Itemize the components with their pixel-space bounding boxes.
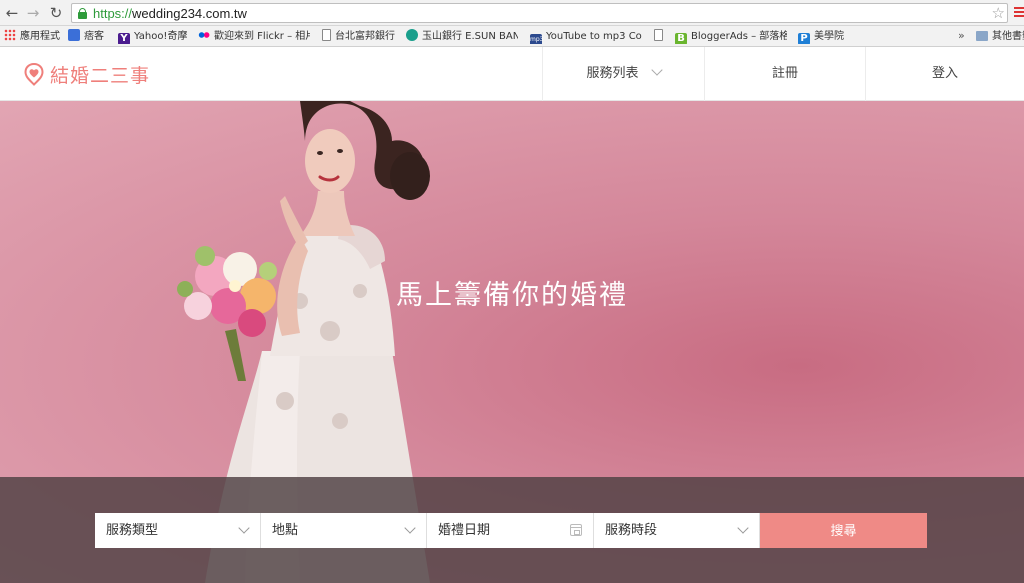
service-time-label: 服務時段	[605, 523, 658, 538]
calendar-icon	[570, 524, 582, 536]
chevron-down-icon	[404, 522, 416, 534]
bookmark-bloggerads[interactable]: B BloggerAds – 部落格	[675, 29, 787, 44]
flickr-icon	[198, 29, 210, 41]
esun-icon	[406, 29, 418, 41]
bookmark-apps[interactable]: 應用程式	[4, 29, 60, 44]
logo-text: 結婚二三事	[50, 64, 151, 87]
service-time-select[interactable]: 服務時段	[594, 513, 760, 548]
hero-section: 馬上籌備你的婚禮 服務類型 地點 婚禮日期 服務時段 搜尋	[0, 101, 1024, 583]
nav-register-link[interactable]: 註冊	[704, 47, 865, 101]
bookmark-page[interactable]	[654, 29, 667, 44]
bookmark-youtube-mp3[interactable]: mp3 YouTube to mp3 Con	[530, 29, 642, 44]
bookmark-yahoo[interactable]: Y Yahoo!奇摩	[118, 29, 187, 44]
bookmark-fubon[interactable]: 台北富邦銀行	[322, 29, 395, 44]
blogger-icon	[68, 29, 80, 41]
page-icon	[322, 29, 331, 41]
bloggerads-icon: B	[675, 33, 687, 44]
other-bookmarks[interactable]: 其他書籤	[976, 29, 1024, 44]
bookmark-aesthetics[interactable]: P 美學院	[798, 29, 844, 44]
back-arrow-icon[interactable]: ←	[2, 3, 22, 23]
url-text: https://wedding234.com.tw	[93, 6, 247, 21]
forward-arrow-icon[interactable]: →	[23, 3, 43, 23]
browser-menu-icon[interactable]	[1012, 5, 1024, 21]
folder-icon	[976, 31, 988, 41]
site-logo[interactable]: 結婚二三事	[24, 62, 151, 87]
nav-services-label: 服務列表	[586, 66, 639, 81]
site-header: 結婚二三事 服務列表 註冊 登入	[0, 47, 1024, 101]
apps-grid-icon	[4, 29, 16, 41]
mp3-icon: mp3	[530, 34, 543, 44]
search-button[interactable]: 搜尋	[760, 513, 927, 548]
more-bookmarks-button[interactable]: »	[958, 29, 965, 42]
bookmark-star-icon[interactable]: ☆	[992, 4, 1005, 22]
bookmark-esun[interactable]: 玉山銀行 E.SUN BANK	[406, 29, 518, 44]
service-type-label: 服務類型	[106, 523, 159, 538]
address-bar[interactable]: https://wedding234.com.tw ☆	[71, 3, 1008, 23]
location-select[interactable]: 地點	[261, 513, 427, 548]
bookmarks-bar: 應用程式 痞客 Y Yahoo!奇摩 歡迎來到 Flickr – 相片 台北富邦銀…	[0, 26, 1024, 47]
reload-icon[interactable]: ↻	[46, 3, 66, 23]
search-form: 服務類型 地點 婚禮日期 服務時段 搜尋	[95, 513, 927, 548]
wedding-date-input[interactable]: 婚禮日期	[427, 513, 594, 548]
service-type-select[interactable]: 服務類型	[95, 513, 261, 548]
wedding-date-label: 婚禮日期	[438, 523, 491, 538]
lock-icon	[78, 8, 87, 19]
location-label: 地點	[272, 523, 299, 538]
yahoo-icon: Y	[118, 33, 130, 44]
search-panel: 服務類型 地點 婚禮日期 服務時段 搜尋	[0, 477, 1024, 583]
chevron-down-icon	[650, 64, 663, 76]
p-icon: P	[798, 33, 810, 44]
bookmark-blogger[interactable]: 痞客	[68, 29, 104, 44]
hero-title: 馬上籌備你的婚禮	[396, 280, 628, 311]
heart-pin-icon	[24, 62, 44, 86]
browser-toolbar: ← → ↻ https://wedding234.com.tw ☆	[0, 0, 1024, 26]
chevron-down-icon	[737, 522, 749, 534]
nav-login-link[interactable]: 登入	[865, 47, 1024, 101]
nav-services-dropdown[interactable]: 服務列表	[542, 47, 704, 101]
chevron-down-icon	[238, 522, 250, 534]
bookmark-flickr[interactable]: 歡迎來到 Flickr – 相片	[198, 29, 310, 44]
page-icon	[654, 29, 663, 41]
